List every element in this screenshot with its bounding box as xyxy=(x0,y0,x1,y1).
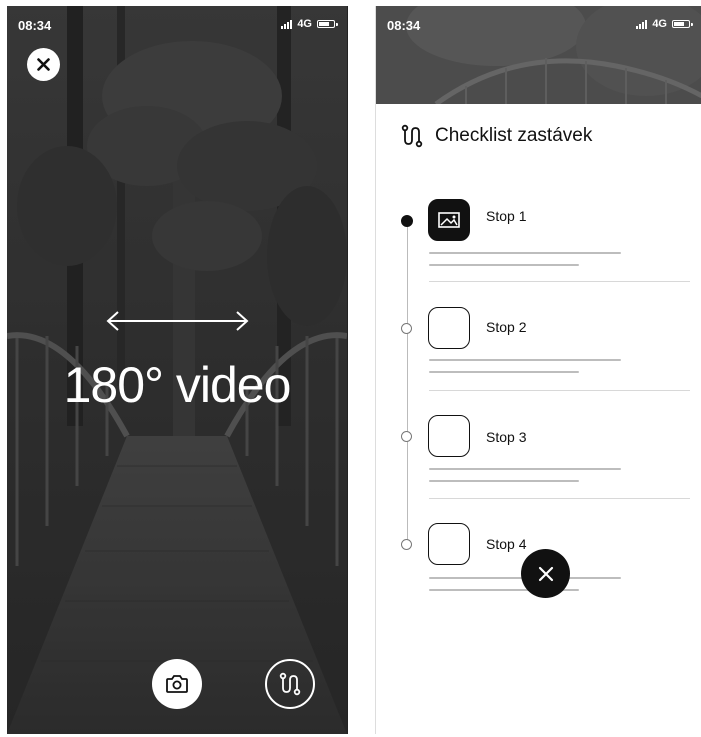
timeline-dot xyxy=(401,431,412,442)
divider xyxy=(429,281,690,282)
timeline-dot-active xyxy=(401,215,413,227)
checklist-screen: 08:34 4G Checklist zastávek Stop 1 Stop … xyxy=(375,6,701,734)
stop-thumbnail xyxy=(428,199,470,241)
status-time: 08:34 xyxy=(18,18,52,33)
stop-label: Stop 1 xyxy=(486,208,527,224)
stop-label: Stop 3 xyxy=(486,429,527,445)
placeholder-line xyxy=(429,371,579,373)
status-indicators: 4G xyxy=(636,18,693,30)
stop-label: Stop 4 xyxy=(486,536,527,552)
placeholder-line xyxy=(429,264,579,266)
signal-icon xyxy=(636,19,648,29)
image-icon xyxy=(438,212,460,228)
status-bar: 08:34 4G xyxy=(7,6,347,46)
status-bar: 08:34 4G xyxy=(376,6,701,46)
route-icon xyxy=(279,672,301,696)
stop-item-1[interactable]: Stop 1 xyxy=(376,194,701,294)
placeholder-line xyxy=(429,480,579,482)
signal-icon xyxy=(281,19,293,29)
divider xyxy=(429,390,690,391)
placeholder-line xyxy=(429,359,621,361)
stop-label: Stop 2 xyxy=(486,319,527,335)
status-indicators: 4G xyxy=(281,18,338,30)
camera-button[interactable] xyxy=(152,659,202,709)
close-checklist-button[interactable] xyxy=(521,549,570,598)
camera-icon xyxy=(166,675,188,693)
timeline-dot xyxy=(401,539,412,550)
close-button[interactable] xyxy=(27,48,60,81)
battery-icon xyxy=(672,20,693,28)
placeholder-line xyxy=(429,468,621,470)
route-icon xyxy=(401,124,423,148)
divider xyxy=(429,498,690,499)
network-label: 4G xyxy=(652,18,667,30)
route-button[interactable] xyxy=(265,659,315,709)
stop-item-2[interactable]: Stop 2 xyxy=(376,300,701,400)
network-label: 4G xyxy=(297,18,312,30)
video-type-label: 180° video xyxy=(63,357,292,413)
checklist-header: Checklist zastávek xyxy=(399,123,592,149)
stop-thumbnail xyxy=(428,523,470,565)
placeholder-line xyxy=(429,252,621,254)
video-screen: 08:34 4G 180° video xyxy=(7,6,348,734)
stop-thumbnail xyxy=(428,415,470,457)
timeline-dot xyxy=(401,323,412,334)
double-arrow-icon xyxy=(106,311,249,331)
close-icon xyxy=(538,566,553,581)
battery-icon xyxy=(317,20,338,28)
close-icon xyxy=(37,58,50,71)
stop-item-3[interactable]: Stop 3 xyxy=(376,409,701,509)
status-time: 08:34 xyxy=(387,18,421,33)
checklist-title: Checklist zastávek xyxy=(435,125,593,146)
stop-thumbnail xyxy=(428,307,470,349)
